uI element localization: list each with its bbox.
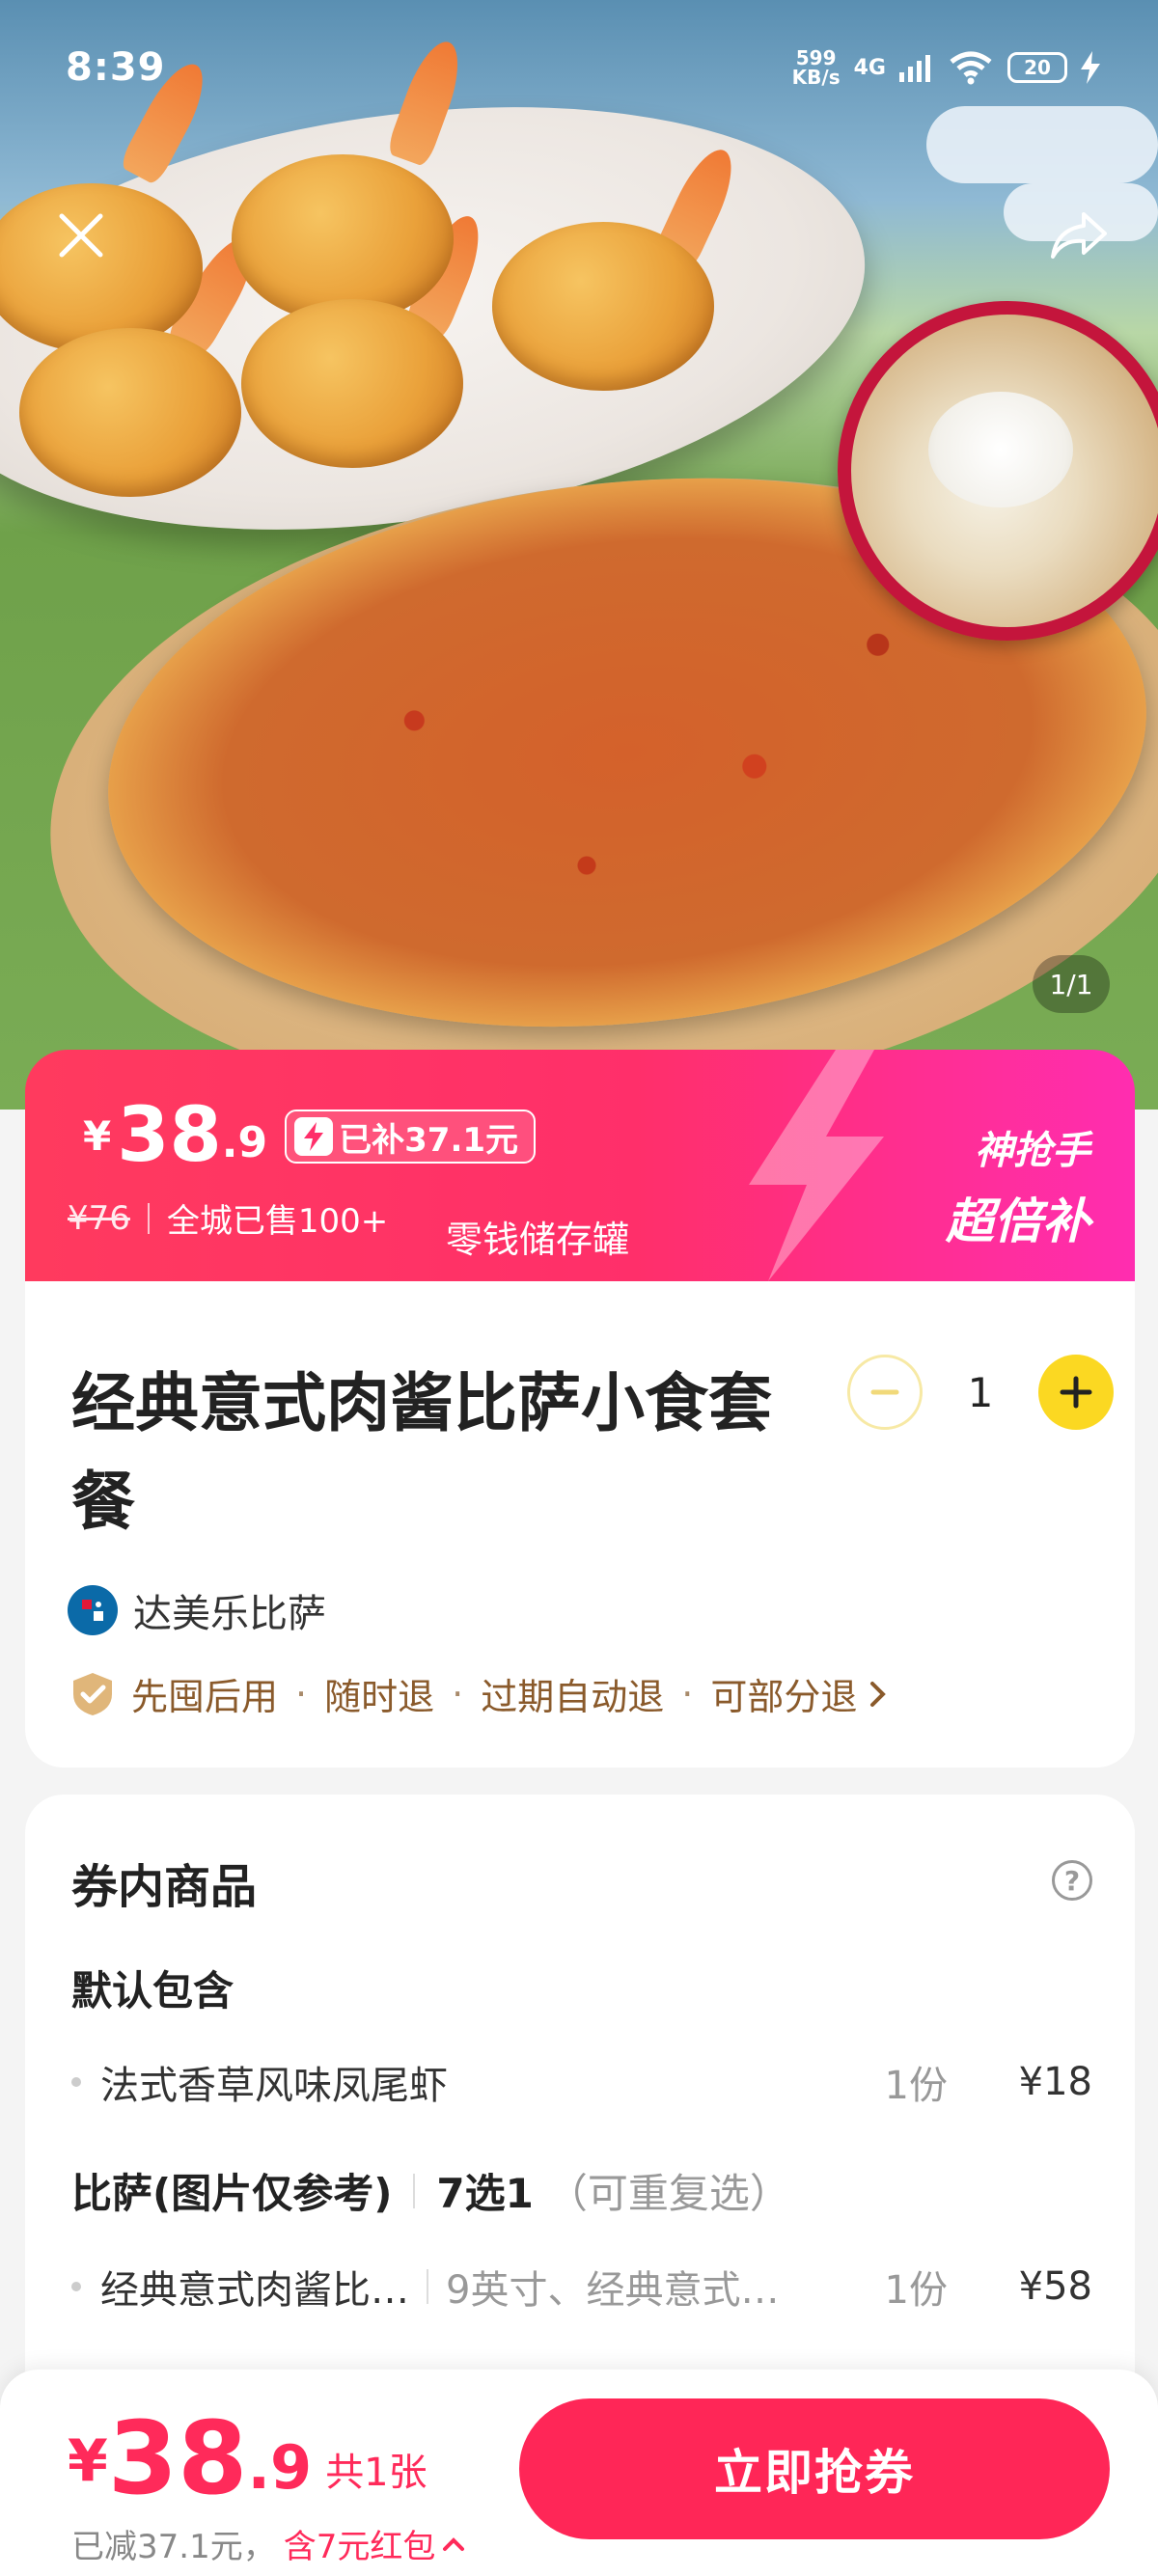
plus-icon	[1060, 1376, 1092, 1409]
total-integer: 38	[107, 2399, 248, 2517]
item-name: 经典意式肉酱比…	[100, 2268, 409, 2313]
share-button[interactable]	[1040, 197, 1117, 274]
shield-check-icon	[73, 1672, 112, 1715]
subsidy-badge: 已补37.1元	[285, 1110, 537, 1164]
guarantee-item: 可部分退	[710, 1676, 858, 1718]
sold-count: 全城已售100+	[166, 1202, 389, 1241]
group-title-text: 比萨(图片仅参考)	[71, 2170, 393, 2217]
subsidy-text: 已补37.1元	[339, 1120, 519, 1160]
product-title: 经典意式肉酱比萨小食套餐	[71, 1366, 772, 1539]
group-title-pizza: 比萨(图片仅参考) 7选1 （可重复选）	[71, 2161, 790, 2220]
price-decimal: .9	[221, 1118, 268, 1167]
chevron-right-icon	[870, 1681, 887, 1707]
promo-badge: 神抢手 超倍补	[946, 1119, 1090, 1252]
shop-link[interactable]: 达美乐比萨	[68, 1582, 326, 1638]
bullet	[71, 2282, 81, 2291]
group-note: （可重复选）	[546, 2170, 790, 2217]
promo-line1: 神抢手	[975, 1129, 1090, 1173]
deal-price: ¥ 38 .9 已补37.1元	[83, 1092, 537, 1179]
guarantee-item: 过期自动退	[481, 1676, 665, 1718]
item-count: 1份	[884, 2268, 948, 2313]
network-type: 4G	[853, 55, 886, 80]
lightning-decoration-icon	[749, 1050, 884, 1281]
shrimp-cake	[232, 154, 454, 323]
signal-icon	[899, 55, 930, 82]
status-time: 8:39	[66, 45, 166, 90]
item-count: 1份	[884, 2064, 948, 2108]
red-packet-text: 含7元红包	[283, 2528, 436, 2566]
discount-text: 已减37.1元，	[71, 2528, 276, 2566]
shrimp-cake	[492, 222, 714, 391]
bottom-checkout-bar: ¥ 38 .9 共1张 已减37.1元， 含7元红包 立即抢券	[0, 2370, 1158, 2576]
item-spec: 9英寸、经典意式…	[446, 2268, 780, 2313]
decrease-quantity-button[interactable]	[847, 1355, 923, 1430]
product-info-card: 经典意式肉酱比萨小食套餐 1 达美乐比萨 先囤后用 · 随时退 · 过期自动退 …	[25, 1281, 1135, 1768]
bolt-badge-icon	[294, 1117, 334, 1156]
total-decimal: .9	[247, 2432, 313, 2503]
coupon-count: 共1张	[325, 2451, 427, 2495]
net-speed-value: 599	[795, 46, 837, 69]
group-choice-rule: 7选1	[436, 2170, 534, 2217]
shrimp-cake	[19, 328, 241, 497]
status-bar: 8:39 599 KB/s 4G 20	[0, 0, 1158, 135]
divider	[147, 1202, 150, 1234]
charging-icon	[1081, 51, 1100, 84]
currency-symbol: ¥	[83, 1112, 112, 1160]
page-indicator: 1/1	[1033, 955, 1110, 1013]
quantity-stepper: 1	[847, 1355, 1114, 1430]
item-name: 法式香草风味凤尾虾	[100, 2064, 448, 2108]
minus-icon	[870, 1389, 899, 1395]
section-title: 券内商品	[71, 1860, 258, 1914]
item-price: ¥58	[1018, 2264, 1092, 2309]
net-speed: 599 KB/s	[792, 48, 841, 87]
price-integer: 38	[117, 1092, 222, 1179]
currency-symbol: ¥	[68, 2427, 108, 2495]
shop-logo-icon	[68, 1585, 118, 1635]
shrimp-cake	[241, 299, 463, 468]
price-banner: ¥ 38 .9 已补37.1元 ¥76 全城已售100+ 零钱储存罐 神抢手 超…	[25, 1050, 1135, 1281]
promo-line2: 超倍补	[946, 1193, 1090, 1249]
group-title-default: 默认包含	[71, 1959, 234, 2017]
discount-detail[interactable]: 已减37.1元， 含7元红包	[71, 2520, 466, 2567]
list-item: 经典意式肉酱比… 9英寸、经典意式… 1份 ¥58	[71, 2258, 1092, 2316]
shop-name: 达美乐比萨	[133, 1592, 326, 1636]
group-title-text: 默认包含	[71, 1967, 234, 2014]
help-icon[interactable]: ?	[1052, 1860, 1092, 1901]
divider	[427, 2269, 428, 2304]
item-price: ¥18	[1018, 2060, 1092, 2104]
net-speed-unit: KB/s	[791, 66, 841, 89]
status-icons: 599 KB/s 4G 20	[792, 48, 1100, 87]
chevron-up-icon	[443, 2536, 465, 2551]
list-item: 法式香草风味凤尾虾 1份 ¥18	[71, 2053, 1092, 2111]
product-image-carousel[interactable]: 1/1	[0, 0, 1158, 1110]
original-price: ¥76	[68, 1198, 130, 1238]
separator-dot: ·	[295, 1672, 308, 1715]
separator-dot: ·	[452, 1672, 464, 1715]
price-subinfo: ¥76 全城已售100+	[68, 1194, 388, 1242]
battery-indicator: 20	[1007, 52, 1067, 83]
close-icon	[59, 213, 103, 258]
divider	[413, 2173, 416, 2208]
total-price: ¥ 38 .9 共1张	[68, 2408, 427, 2508]
quantity-value: 1	[967, 1368, 994, 1416]
garlic-bread-inset-image	[838, 301, 1158, 641]
increase-quantity-button[interactable]	[1038, 1355, 1114, 1430]
share-icon	[1051, 212, 1107, 259]
separator-dot: ·	[681, 1672, 694, 1715]
wifi-icon	[950, 51, 992, 85]
bullet	[71, 2077, 81, 2087]
guarantee-item: 先囤后用	[131, 1676, 279, 1718]
savings-jar-label[interactable]: 零钱储存罐	[446, 1210, 629, 1263]
close-button[interactable]	[42, 197, 120, 274]
guarantee-row[interactable]: 先囤后用 · 随时退 · 过期自动退 · 可部分退	[68, 1667, 890, 1720]
guarantee-item: 随时退	[324, 1676, 435, 1718]
grab-coupon-button[interactable]: 立即抢券	[519, 2398, 1110, 2539]
